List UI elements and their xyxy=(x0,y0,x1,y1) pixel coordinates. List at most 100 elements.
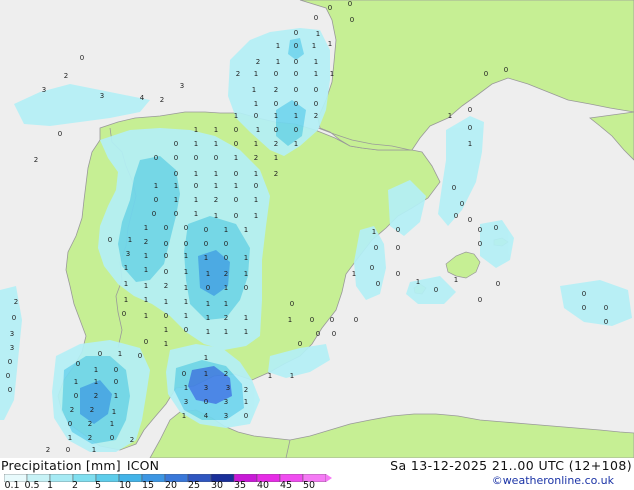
precip-value-label: 1 xyxy=(204,370,208,378)
precip-value-label: 1 xyxy=(244,328,248,336)
precip-value-label: 1 xyxy=(294,140,298,148)
precip-value-label: 0 xyxy=(582,304,586,312)
precip-value-label: 1 xyxy=(214,140,218,148)
precip-value-label: 2 xyxy=(224,314,228,322)
precip-value-label: 1 xyxy=(184,298,188,306)
precip-value-label: 1 xyxy=(416,278,420,286)
precip-value-label: 0 xyxy=(452,184,456,192)
precip-value-label: 4 xyxy=(204,412,209,420)
precip-value-label: 0 xyxy=(468,124,472,132)
precip-value-label: 0 xyxy=(254,112,258,120)
precip-value-label: 0 xyxy=(224,240,228,248)
precip-value-label: 0 xyxy=(114,378,118,386)
precip-value-label: 0 xyxy=(174,140,178,148)
precip-value-label: 0 xyxy=(12,314,16,322)
precip-value-label: 1 xyxy=(254,212,258,220)
colorbar-label: 1 xyxy=(46,480,54,490)
precip-value-label: 2 xyxy=(224,270,228,278)
precip-value-label: 0 xyxy=(206,284,210,292)
precip-value-label: 0 xyxy=(8,358,12,366)
precip-value-label: 3 xyxy=(204,384,208,392)
precip-value-label: 1 xyxy=(312,42,316,50)
precipitation-map: 0010112101210011120010001011210011010112… xyxy=(0,0,634,458)
precip-value-label: 1 xyxy=(124,280,128,288)
precip-value-label: 1 xyxy=(184,284,188,292)
precip-value-label: 0 xyxy=(294,29,298,37)
precip-value-label: 0 xyxy=(496,280,500,288)
precip-value-label: 2 xyxy=(254,154,258,162)
precip-value-label: 0 xyxy=(144,338,148,346)
colorbar-label: 2 xyxy=(71,480,79,490)
precip-value-label: 0 xyxy=(328,4,332,12)
precip-value-label: 3 xyxy=(10,344,14,352)
precip-value-label: 0 xyxy=(214,154,218,162)
precip-value-label: 0 xyxy=(174,154,178,162)
precip-value-label: 1 xyxy=(194,126,198,134)
precip-value-label: 1 xyxy=(164,340,168,348)
precip-value-label: 0 xyxy=(434,286,438,294)
precip-value-label: 1 xyxy=(144,312,148,320)
precip-value-label: 2 xyxy=(224,370,228,378)
precip-value-label: 0 xyxy=(294,126,298,134)
precip-value-label: 1 xyxy=(372,228,376,236)
precip-value-label: 1 xyxy=(118,350,122,358)
precip-value-label: 0 xyxy=(348,0,352,8)
precip-value-label: 0 xyxy=(460,200,464,208)
precip-value-label: 0 xyxy=(174,170,178,178)
precip-value-label: 3 xyxy=(226,384,230,392)
precip-value-label: 0 xyxy=(604,304,608,312)
precip-value-label: 1 xyxy=(124,264,128,272)
precip-value-label: 1 xyxy=(164,326,168,334)
precip-value-label: 1 xyxy=(184,268,188,276)
precip-value-label: 1 xyxy=(316,30,320,38)
precip-value-label: 1 xyxy=(204,254,208,262)
precip-value-label: 1 xyxy=(128,236,132,244)
precip-value-label: 1 xyxy=(206,270,210,278)
precip-value-label: 0 xyxy=(234,212,238,220)
precip-value-label: 0 xyxy=(396,270,400,278)
precip-value-label: 2 xyxy=(94,392,98,400)
precip-value-label: 3 xyxy=(42,86,46,94)
precip-value-label: 1 xyxy=(330,70,334,78)
precip-value-label: 0 xyxy=(110,434,114,442)
precip-value-label: 0 xyxy=(182,370,186,378)
precip-value-label: 0 xyxy=(224,254,228,262)
precip-value-label: 1 xyxy=(184,384,188,392)
precip-value-label: 0 xyxy=(204,240,208,248)
precip-value-label: 3 xyxy=(100,92,104,100)
map-title-text: Precipitation [mm] xyxy=(1,458,121,473)
precip-value-label: 0 xyxy=(604,318,608,326)
precip-value-label: 1 xyxy=(294,112,298,120)
precip-value-label: 0 xyxy=(164,312,168,320)
precip-value-label: 0 xyxy=(478,296,482,304)
precip-value-label: 1 xyxy=(352,270,356,278)
precip-value-label: 2 xyxy=(90,406,94,414)
precip-value-label: 0 xyxy=(316,330,320,338)
colorbar-label: 30 xyxy=(210,480,224,490)
precip-value-label: 1 xyxy=(144,252,148,260)
colorbar-label: 25 xyxy=(187,480,201,490)
precip-value-label: 1 xyxy=(290,372,294,380)
precip-value-label: 2 xyxy=(70,406,74,414)
precip-value-label: 0 xyxy=(8,386,12,394)
precip-value-label: 0 xyxy=(274,70,278,78)
precip-value-label: 0 xyxy=(108,236,112,244)
precip-value-label: 0 xyxy=(314,14,318,22)
precip-value-label: 1 xyxy=(254,196,258,204)
precip-value-label: 0 xyxy=(294,58,298,66)
precip-value-label: 1 xyxy=(110,420,114,428)
precip-value-label: 1 xyxy=(124,296,128,304)
forecast-datetime: Sa 13-12-2025 21..00 UTC (12+108) xyxy=(390,458,632,473)
precip-value-label: 0 xyxy=(194,182,198,190)
precip-value-label: 0 xyxy=(204,226,208,234)
precip-value-label: 2 xyxy=(144,238,148,246)
map-canvas: 001 0 1 12 1 0 12 1 0 0 1 11 2 0 01 0 0 01 0 1 1 21 0 011 01 01 1 2… xyxy=(0,0,634,458)
precip-value-label: 2 xyxy=(130,436,134,444)
precip-value-label: 0 xyxy=(164,240,168,248)
precip-value-label: 0 xyxy=(374,244,378,252)
precip-value-label: 0 xyxy=(234,196,238,204)
precip-value-label: 2 xyxy=(274,170,278,178)
precip-value-label: 0 xyxy=(184,224,188,232)
precip-value-label: 0 xyxy=(184,240,188,248)
precip-value-label: 0 xyxy=(274,100,278,108)
